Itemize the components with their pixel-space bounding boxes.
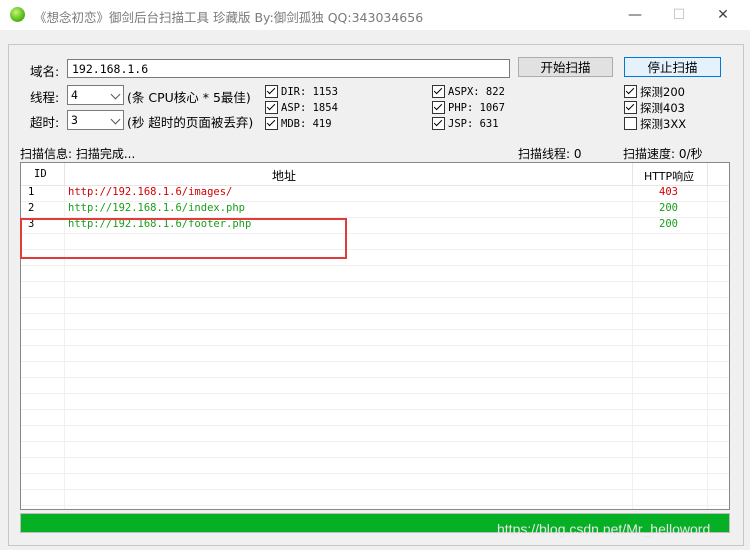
asp-label: ASP: 1854 <box>281 102 338 114</box>
table-row[interactable] <box>21 313 729 330</box>
aspx-checkbox[interactable] <box>432 85 445 98</box>
php-checkbox[interactable] <box>432 101 445 114</box>
table-row[interactable]: 2 http://192.168.1.6/index.php 200 <box>21 201 729 218</box>
scan-info: 扫描信息: 扫描完成... <box>20 147 136 161</box>
domain-input[interactable]: 192.168.1.6 <box>67 59 510 78</box>
table-row[interactable] <box>21 297 729 314</box>
minimize-button[interactable]: — <box>612 0 658 30</box>
table-row[interactable] <box>21 345 729 362</box>
dir-checkbox[interactable] <box>265 85 278 98</box>
row-id: 1 <box>28 186 35 198</box>
table-row[interactable] <box>21 265 729 282</box>
app-logo-icon <box>10 7 25 22</box>
start-scan-button[interactable]: 开始扫描 <box>518 57 613 77</box>
window-title: 《想念初恋》御剑后台扫描工具 珍藏版 By:御剑孤独 QQ:343034656 <box>34 10 424 25</box>
highlight-box <box>20 218 347 259</box>
header-separator <box>64 163 65 185</box>
chevron-down-icon <box>110 89 121 100</box>
php-label: PHP: 1067 <box>448 102 505 114</box>
table-row[interactable] <box>21 409 729 426</box>
timeout-hint: (秒 超时的页面被丢弃) <box>127 115 254 130</box>
table-row[interactable] <box>21 281 729 298</box>
asp-checkbox[interactable] <box>265 101 278 114</box>
timeout-value: 3 <box>71 113 78 127</box>
row-http-code: 403 <box>659 186 678 198</box>
domain-label: 域名: <box>30 64 60 79</box>
scan-threads: 扫描线程: 0 <box>518 147 582 161</box>
close-button[interactable]: ✕ <box>700 0 746 30</box>
list-header: ID 地址 HTTP响应 <box>21 163 729 186</box>
table-row[interactable] <box>21 457 729 474</box>
table-row[interactable] <box>21 329 729 346</box>
threads-select[interactable]: 4 <box>67 85 124 105</box>
table-row[interactable] <box>21 425 729 442</box>
probe-200-checkbox[interactable] <box>624 85 637 98</box>
dir-label: DIR: 1153 <box>281 86 338 98</box>
table-row[interactable] <box>21 361 729 378</box>
title-bar: 《想念初恋》御剑后台扫描工具 珍藏版 By:御剑孤独 QQ:343034656 … <box>0 0 750 30</box>
row-id: 2 <box>28 202 35 214</box>
timeout-label: 超时: <box>30 115 60 130</box>
table-row[interactable] <box>21 393 729 410</box>
stop-scan-button[interactable]: 停止扫描 <box>624 57 721 77</box>
table-row[interactable] <box>21 377 729 394</box>
row-url: http://192.168.1.6/images/ <box>68 186 233 198</box>
table-row[interactable]: 1 http://192.168.1.6/images/403 <box>21 185 729 202</box>
header-separator <box>707 163 708 185</box>
table-row[interactable] <box>21 473 729 490</box>
table-row[interactable] <box>21 489 729 506</box>
timeout-select[interactable]: 3 <box>67 110 124 130</box>
row-url: http://192.168.1.6/index.php <box>68 202 246 214</box>
aspx-label: ASPX: 822 <box>448 86 505 98</box>
probe-200-label: 探测200 <box>640 85 685 99</box>
row-http-code: 200 <box>659 202 678 214</box>
scan-speed: 扫描速度: 0/秒 <box>623 147 703 161</box>
probe-3xx-label: 探测3XX <box>640 117 687 131</box>
probe-403-checkbox[interactable] <box>624 101 637 114</box>
header-separator <box>632 163 633 185</box>
jsp-checkbox[interactable] <box>432 117 445 130</box>
probe-3xx-checkbox[interactable] <box>624 117 637 130</box>
watermark: https://blog.csdn.net/Mr_helloword <box>497 521 711 537</box>
probe-403-label: 探测403 <box>640 101 685 115</box>
threads-label: 线程: <box>30 90 60 105</box>
table-row[interactable] <box>21 441 729 458</box>
mdb-checkbox[interactable] <box>265 117 278 130</box>
mdb-label: MDB: 419 <box>281 118 332 130</box>
threads-hint: (条 CPU核心 * 5最佳) <box>127 90 251 105</box>
chevron-down-icon <box>110 114 121 125</box>
row-http-code: 200 <box>659 218 678 230</box>
jsp-label: JSP: 631 <box>448 118 499 130</box>
threads-value: 4 <box>71 88 78 102</box>
results-list[interactable]: ID 地址 HTTP响应 1 http://192.168.1.6/images/… <box>20 162 730 510</box>
maximize-button[interactable]: ☐ <box>656 0 702 30</box>
